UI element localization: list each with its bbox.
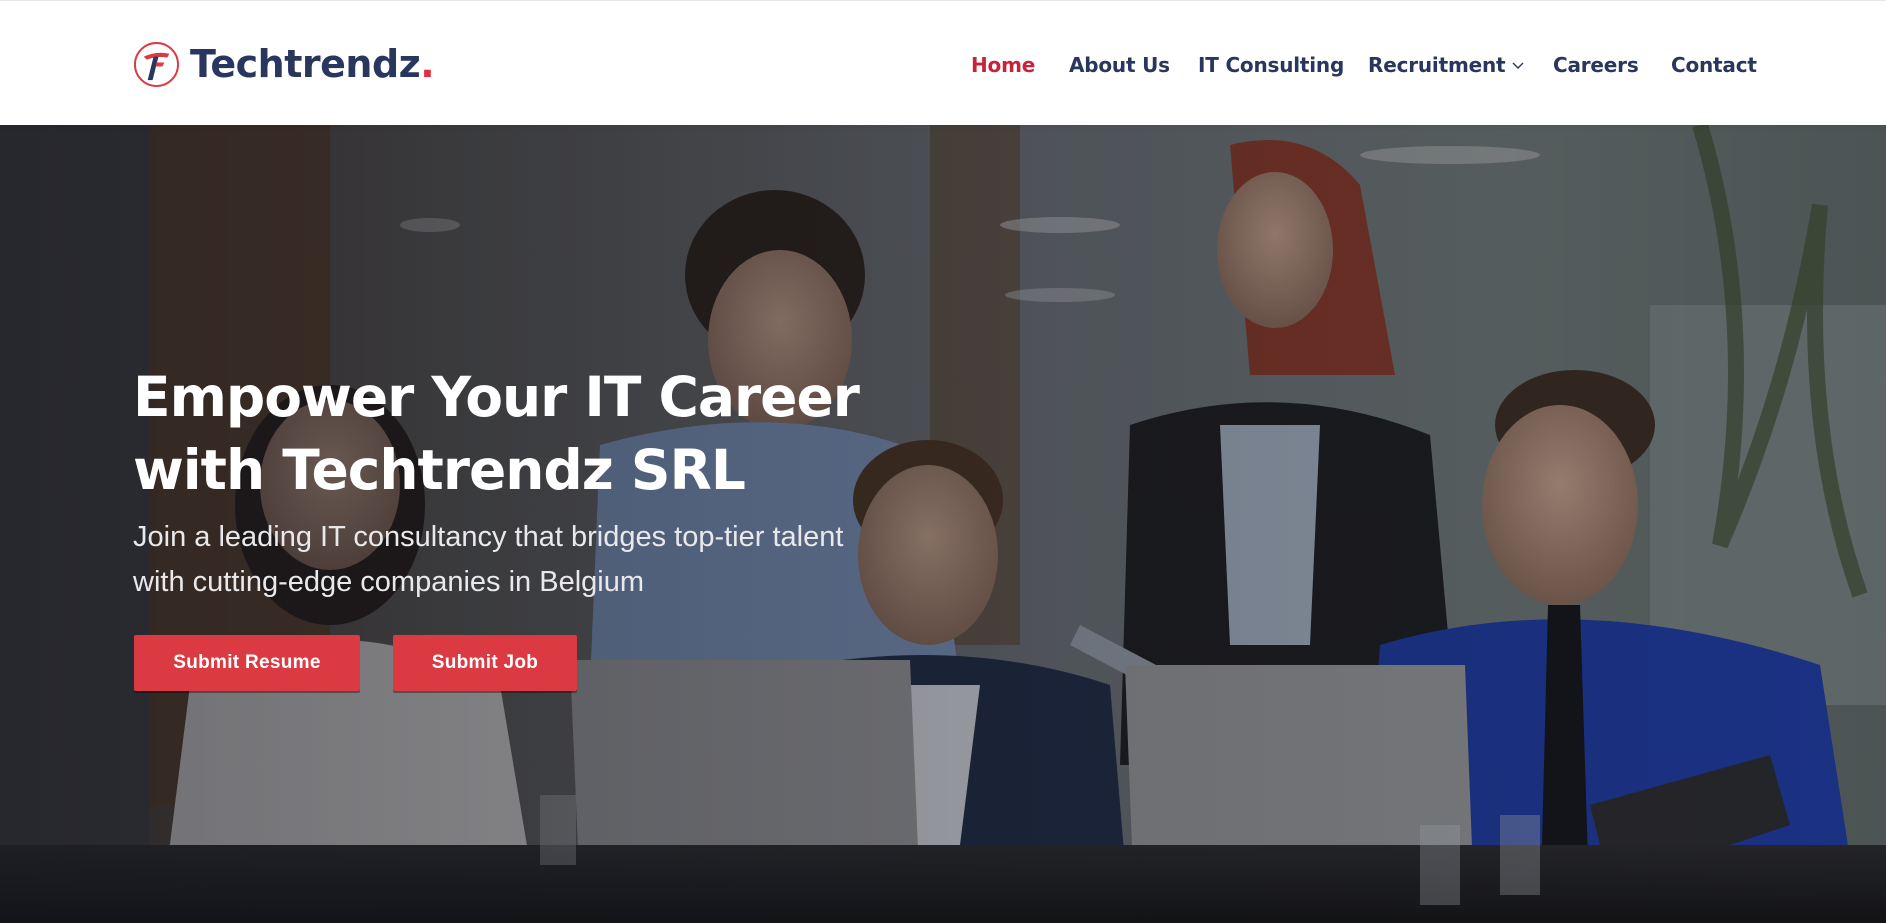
- main-nav: Home About Us IT Consulting Recruitment …: [0, 50, 1886, 80]
- hero-title-line-2: with Techtrendz SRL: [133, 438, 746, 502]
- nav-home[interactable]: Home: [971, 50, 1035, 80]
- hero-subtitle: Join a leading IT consultancy that bridg…: [133, 515, 933, 605]
- nav-contact[interactable]: Contact: [1671, 50, 1757, 80]
- hero-section: Empower Your IT Career with Techtrendz S…: [0, 125, 1886, 923]
- nav-it-consulting[interactable]: IT Consulting: [1198, 50, 1344, 80]
- submit-resume-button[interactable]: Submit Resume: [134, 635, 360, 691]
- site-header: Techtrendz. Home About Us IT Consulting …: [0, 0, 1886, 125]
- chevron-down-icon: [1512, 62, 1524, 69]
- nav-recruitment-label: Recruitment: [1368, 53, 1506, 77]
- submit-job-button[interactable]: Submit Job: [393, 635, 577, 691]
- hero-subtitle-line-1: Join a leading IT consultancy that bridg…: [133, 521, 844, 553]
- nav-about-us[interactable]: About Us: [1069, 50, 1170, 80]
- hero-title: Empower Your IT Career with Techtrendz S…: [133, 361, 953, 507]
- hero-title-line-1: Empower Your IT Career: [133, 365, 860, 429]
- hero-subtitle-line-2: with cutting-edge companies in Belgium: [133, 566, 644, 598]
- nav-recruitment[interactable]: Recruitment: [1368, 50, 1525, 80]
- nav-careers[interactable]: Careers: [1553, 50, 1639, 80]
